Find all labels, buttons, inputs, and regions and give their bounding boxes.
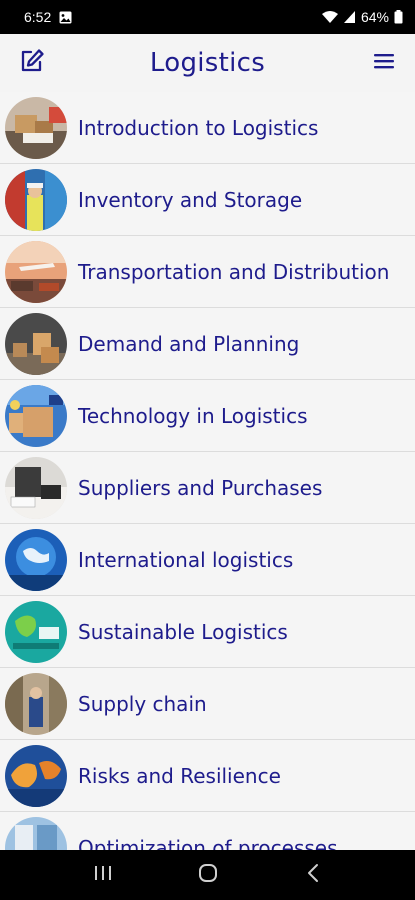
status-right: 64% (321, 9, 403, 25)
topic-item-transportation-and-distribution[interactable]: Transportation and Distribution (0, 236, 415, 308)
app-screen: 6:52 64% Logistics Introduction to Logis… (0, 0, 415, 900)
topic-item-demand-and-planning[interactable]: Demand and Planning (0, 308, 415, 380)
battery-icon (394, 10, 403, 24)
topic-item-inventory-and-storage[interactable]: Inventory and Storage (0, 164, 415, 236)
topic-label: Supply chain (78, 691, 207, 716)
topic-image-international-logistics (5, 528, 67, 591)
gallery-notification-icon (59, 11, 72, 24)
page-title: Logistics (149, 48, 266, 78)
menu-button[interactable] (369, 48, 399, 78)
recents-icon (93, 865, 113, 885)
topic-list: Introduction to Logistics Inventory and … (0, 92, 415, 850)
topic-image-inventory-and-storage (5, 168, 67, 231)
topic-label: Technology in Logistics (78, 403, 308, 428)
topic-label: Inventory and Storage (78, 187, 303, 212)
back-icon (306, 863, 320, 887)
topic-label: Risks and Resilience (78, 763, 281, 788)
wifi-icon (321, 10, 339, 24)
menu-icon (373, 52, 395, 74)
topic-item-risks-and-resilience[interactable]: Risks and Resilience (0, 740, 415, 812)
status-left: 6:52 (24, 9, 72, 25)
system-nav-bar (0, 850, 415, 900)
topic-label: International logistics (78, 547, 294, 572)
topic-label: Demand and Planning (78, 331, 300, 356)
edit-icon (19, 48, 45, 78)
topic-label: Sustainable Logistics (78, 619, 288, 644)
app-header: Logistics (0, 34, 415, 92)
topic-item-optimization-of-processes[interactable]: Optimization of processes (0, 812, 415, 850)
topic-item-international-logistics[interactable]: International logistics (0, 524, 415, 596)
topic-image-supply-chain (5, 672, 67, 735)
edit-button[interactable] (17, 48, 47, 78)
topic-label: Optimization of processes (78, 835, 338, 851)
topic-item-suppliers-and-purchases[interactable]: Suppliers and Purchases (0, 452, 415, 524)
topic-label: Transportation and Distribution (78, 259, 390, 284)
topic-image-technology-in-logistics (5, 384, 67, 447)
status-time: 6:52 (24, 9, 52, 25)
signal-icon (343, 11, 356, 23)
topic-image-introduction-to-logistics (5, 96, 67, 159)
home-icon (198, 863, 218, 887)
home-button[interactable] (183, 855, 233, 895)
recents-button[interactable] (78, 855, 128, 895)
topic-item-sustainable-logistics[interactable]: Sustainable Logistics (0, 596, 415, 668)
topic-image-demand-and-planning (5, 312, 67, 375)
status-bar: 6:52 64% (0, 0, 415, 34)
topic-label: Introduction to Logistics (78, 115, 319, 140)
topic-item-introduction-to-logistics[interactable]: Introduction to Logistics (0, 92, 415, 164)
topic-item-technology-in-logistics[interactable]: Technology in Logistics (0, 380, 415, 452)
topic-label: Suppliers and Purchases (78, 475, 323, 500)
topic-image-risks-and-resilience (5, 744, 67, 807)
topic-image-optimization-of-processes (5, 816, 67, 850)
topic-image-sustainable-logistics (5, 600, 67, 663)
back-button[interactable] (288, 855, 338, 895)
topic-item-supply-chain[interactable]: Supply chain (0, 668, 415, 740)
topic-image-suppliers-and-purchases (5, 456, 67, 519)
topic-image-transportation-and-distribution (5, 240, 67, 303)
battery-percent: 64% (360, 9, 389, 25)
